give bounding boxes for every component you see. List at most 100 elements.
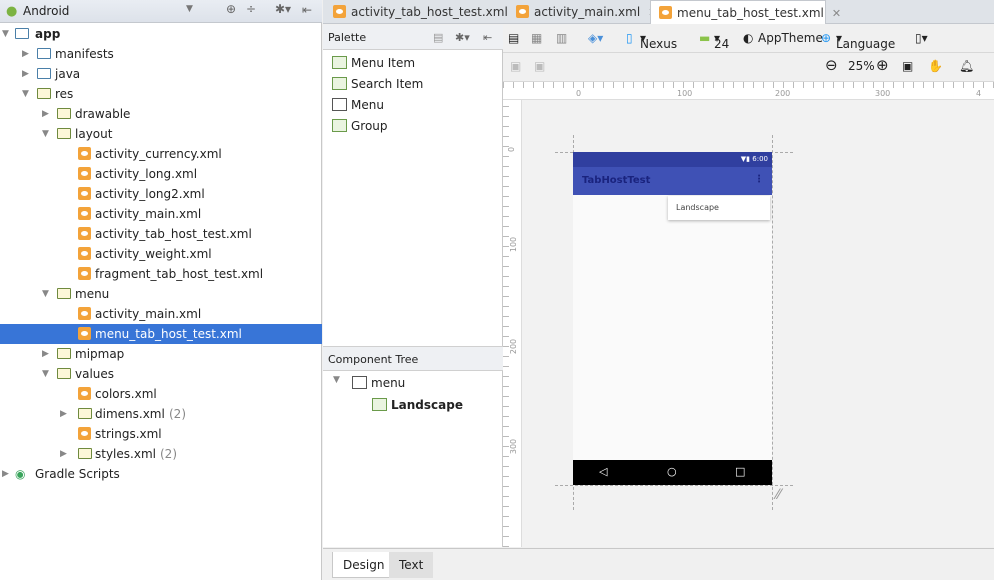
view-icon[interactable]: ▤ — [433, 25, 443, 50]
expand-arrow-icon[interactable]: ▼ — [42, 284, 49, 304]
orientation-icon[interactable]: ◈▾ — [588, 31, 603, 45]
ruler-label: 0 — [576, 89, 582, 98]
tab-text[interactable]: Text — [389, 552, 434, 578]
tree-item[interactable]: ▶ styles.xml (2) — [0, 444, 322, 464]
zoom-out-icon[interactable]: ⊖ — [825, 56, 838, 74]
close-icon[interactable]: ✕ — [832, 7, 841, 20]
folder-icon — [37, 68, 51, 79]
api-selector[interactable]: 24 ▾ — [714, 31, 729, 51]
tree-item[interactable]: activity_long.xml — [0, 164, 322, 184]
android-api-icon: ▬ — [699, 31, 711, 45]
back-icon[interactable]: ◁ — [599, 465, 607, 478]
palette-group[interactable]: Group — [332, 116, 388, 136]
tree-item[interactable]: ▼ res — [0, 84, 322, 104]
component-landscape[interactable]: Landscape — [372, 395, 463, 415]
api-label: 24 — [714, 37, 730, 51]
tree-item[interactable]: ▶ drawable — [0, 104, 322, 124]
expand-arrow-icon[interactable]: ▼ — [2, 24, 9, 44]
tree-item[interactable]: activity_weight.xml — [0, 244, 322, 264]
tree-item-label: layout — [75, 127, 113, 141]
palette-menu[interactable]: Menu — [332, 95, 384, 115]
palette-search-item[interactable]: Search Item — [332, 74, 423, 94]
menu-icon — [352, 376, 367, 389]
design-view-icon[interactable]: ▤ — [508, 31, 519, 45]
component-tree-header: Component Tree — [323, 346, 503, 371]
tab-menu-tab-host-test[interactable]: menu_tab_host_test.xml ✕ — [650, 0, 841, 24]
hide-icon[interactable]: ⇤ — [302, 3, 312, 17]
tree-item[interactable]: activity_main.xml — [0, 204, 322, 224]
collapse-arrow-icon[interactable]: ▶ — [42, 104, 49, 124]
fit-screen-icon[interactable]: ▣ — [902, 59, 913, 73]
palette-panel: Palette ▤ ✱▾ ⇤ Menu Item Search Item Men… — [323, 25, 503, 547]
ruler-label: 100 — [677, 89, 693, 98]
notifications-icon[interactable]: 🔔︎ — [959, 59, 974, 73]
overflow-menu-icon[interactable]: ⋮ — [754, 174, 764, 185]
resize-handle-icon[interactable]: ⁄⁄ — [776, 487, 781, 503]
tree-item[interactable]: ▼ values — [0, 364, 322, 384]
expand-arrow-icon[interactable]: ▼ — [42, 124, 49, 144]
globe-icon: ⊕ — [821, 31, 832, 45]
zoom-level: 25% — [848, 59, 875, 73]
collapse-arrow-icon[interactable]: ▶ — [22, 44, 29, 64]
gear-icon[interactable]: ✱▾ — [455, 25, 470, 50]
tree-item-label: activity_main.xml — [95, 307, 202, 321]
tree-item[interactable]: fragment_tab_host_test.xml — [0, 264, 322, 284]
tree-item[interactable]: ▶ dimens.xml (2) — [0, 404, 322, 424]
pan-vertical-icon[interactable]: ▣ — [534, 59, 545, 73]
tree-item[interactable]: colors.xml — [0, 384, 322, 404]
tree-item[interactable]: strings.xml — [0, 424, 322, 444]
app-title: TabHostTest — [582, 175, 651, 186]
chevron-down-icon[interactable]: ▼ — [186, 4, 193, 14]
zoom-in-icon[interactable]: ⊕ — [876, 56, 889, 74]
menu-item-landscape[interactable]: Landscape — [668, 196, 770, 220]
ruler-label: 200 — [775, 89, 791, 98]
tree-item[interactable]: ▶ java — [0, 64, 322, 84]
xml-file-icon — [78, 247, 91, 260]
tree-item[interactable]: ▶ mipmap — [0, 344, 322, 364]
expand-arrow-icon[interactable]: ▼ — [333, 375, 340, 385]
gear-icon[interactable]: ✱▾ — [275, 2, 291, 16]
tree-item[interactable]: activity_currency.xml — [0, 144, 322, 164]
collapse-arrow-icon[interactable]: ▶ — [22, 64, 29, 84]
palette-menu-item[interactable]: Menu Item — [332, 53, 415, 73]
collapse-arrow-icon[interactable]: ▶ — [60, 404, 67, 424]
xml-file-icon — [516, 5, 529, 18]
pan-horizontal-icon[interactable]: ▣ — [510, 59, 521, 73]
tab-label: activity_main.xml — [534, 5, 641, 19]
language-selector[interactable]: Language ▾ — [836, 31, 895, 51]
tree-item[interactable]: ▶ manifests — [0, 44, 322, 64]
both-view-icon[interactable]: ▥ — [556, 31, 567, 45]
tree-item[interactable]: ▶ ◉ Gradle Scripts — [0, 464, 322, 484]
tab-design[interactable]: Design — [332, 552, 396, 578]
tree-item[interactable]: activity_long2.xml — [0, 184, 322, 204]
tree-item-label: colors.xml — [95, 387, 157, 401]
xml-file-icon — [78, 267, 91, 280]
tree-item[interactable]: ▼ app — [0, 24, 322, 44]
hide-icon[interactable]: ⇤ — [483, 25, 492, 50]
expand-arrow-icon[interactable]: ▼ — [22, 84, 29, 104]
component-menu[interactable]: menu — [352, 373, 405, 393]
collapse-arrow-icon[interactable]: ▶ — [60, 444, 67, 464]
device-frame-icon[interactable]: ▯▾ — [915, 31, 928, 45]
recents-icon[interactable]: □ — [735, 465, 745, 478]
collapse-icon[interactable]: ÷ — [246, 2, 256, 16]
tree-item[interactable]: ▼ layout — [0, 124, 322, 144]
palette-header: Palette ▤ ✱▾ ⇤ — [323, 25, 503, 50]
device-selector[interactable]: Nexus 4▾ — [640, 31, 677, 65]
tree-item[interactable]: ▼ menu — [0, 284, 322, 304]
tree-item[interactable]: menu_tab_host_test.xml — [0, 324, 322, 344]
tab-activity-main[interactable]: activity_main.xml✕ — [508, 0, 657, 24]
view-selector[interactable]: Android — [23, 4, 69, 18]
expand-arrow-icon[interactable]: ▼ — [42, 364, 49, 384]
tree-item[interactable]: activity_main.xml — [0, 304, 322, 324]
blueprint-view-icon[interactable]: ▦ — [531, 31, 542, 45]
status-bar: ▼▮ 6:00 — [573, 152, 772, 167]
collapse-arrow-icon[interactable]: ▶ — [2, 464, 9, 484]
home-icon[interactable]: ○ — [667, 465, 677, 478]
target-icon[interactable]: ⊕ — [226, 2, 236, 16]
theme-selector[interactable]: AppTheme — [758, 31, 823, 45]
tab-activity-tab-host-test[interactable]: activity_tab_host_test.xml✕ — [325, 0, 525, 24]
collapse-arrow-icon[interactable]: ▶ — [42, 344, 49, 364]
pan-hand-icon[interactable]: ✋ — [928, 59, 943, 73]
tree-item[interactable]: activity_tab_host_test.xml — [0, 224, 322, 244]
